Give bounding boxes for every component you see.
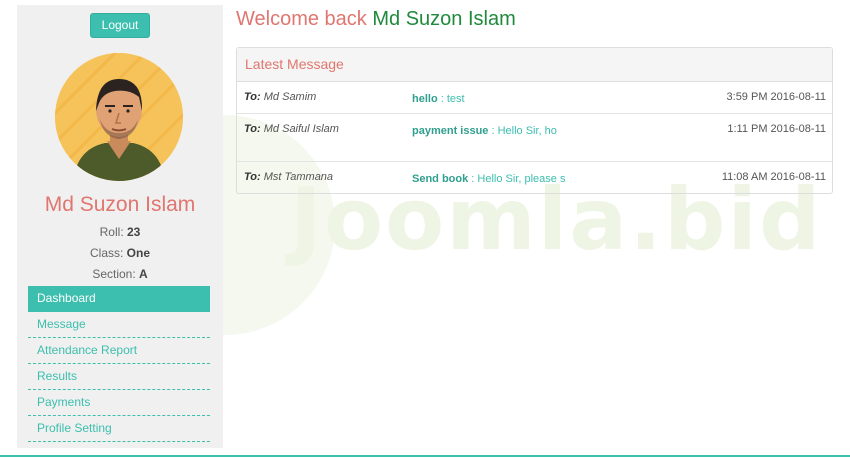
message-recipient: To: Md Saiful Islam bbox=[244, 123, 339, 135]
section-info: Section: A bbox=[17, 267, 223, 281]
message-summary[interactable]: payment issue : Hello Sir, ho bbox=[412, 123, 562, 139]
roll-value: 23 bbox=[127, 225, 141, 239]
section-value: A bbox=[139, 267, 148, 281]
message-preview: Hello Sir, please s bbox=[477, 173, 566, 185]
message-subject: hello bbox=[412, 93, 438, 105]
message-subject: payment issue bbox=[412, 125, 489, 137]
message-time: 11:08 AM 2016-08-11 bbox=[721, 171, 826, 183]
latest-message-panel: Latest Message To: Md Samim hello : test… bbox=[236, 47, 833, 194]
message-time: 1:11 PM 2016-08-11 bbox=[727, 123, 826, 135]
to-label: To: bbox=[244, 91, 261, 103]
message-preview: Hello Sir, ho bbox=[497, 125, 557, 137]
recipient-name: Mst Tammana bbox=[263, 171, 334, 183]
page-title: Welcome back Md Suzon Islam bbox=[236, 8, 516, 31]
to-label: To: bbox=[244, 171, 261, 183]
welcome-prefix: Welcome back bbox=[236, 8, 367, 30]
message-time: 3:59 PM 2016-08-11 bbox=[726, 91, 826, 103]
roll-info: Roll: 23 bbox=[17, 225, 223, 239]
class-label: Class: bbox=[89, 246, 124, 260]
message-row[interactable]: To: Mst Tammana Send book : Hello Sir, p… bbox=[237, 162, 832, 193]
avatar-image bbox=[55, 53, 183, 181]
message-recipient: To: Md Samim bbox=[244, 91, 316, 103]
message-row[interactable]: To: Md Samim hello : test 3:59 PM 2016-0… bbox=[237, 82, 832, 114]
class-info: Class: One bbox=[17, 246, 223, 260]
menu-item-attendance-report[interactable]: Attendance Report bbox=[28, 338, 210, 364]
message-summary[interactable]: Send book : Hello Sir, please s bbox=[412, 171, 587, 187]
recipient-name: Md Samim bbox=[263, 91, 317, 103]
class-value: One bbox=[126, 246, 151, 260]
menu-item-payments[interactable]: Payments bbox=[28, 390, 210, 416]
sidebar: Logout Md Suzon Islam Roll: 23 Class: On… bbox=[17, 5, 223, 448]
message-subject: Send book bbox=[412, 173, 469, 185]
welcome-user-name: Md Suzon Islam bbox=[372, 8, 516, 30]
sidebar-menu: Dashboard Message Attendance Report Resu… bbox=[28, 286, 210, 442]
section-label: Section: bbox=[92, 267, 136, 281]
message-summary[interactable]: hello : test bbox=[412, 91, 562, 107]
message-separator: : bbox=[488, 125, 498, 137]
to-label: To: bbox=[244, 123, 261, 135]
menu-item-message[interactable]: Message bbox=[28, 312, 210, 338]
menu-item-profile-setting[interactable]: Profile Setting bbox=[28, 416, 210, 442]
profile-name: Md Suzon Islam bbox=[44, 193, 196, 216]
message-separator: : bbox=[437, 93, 447, 105]
message-row[interactable]: To: Md Saiful Islam payment issue : Hell… bbox=[237, 114, 832, 162]
panel-title: Latest Message bbox=[237, 48, 832, 82]
footer-divider bbox=[0, 455, 850, 457]
menu-item-dashboard[interactable]: Dashboard bbox=[28, 286, 210, 312]
recipient-name: Md Saiful Islam bbox=[263, 123, 339, 135]
message-preview: test bbox=[446, 93, 465, 105]
roll-label: Roll: bbox=[99, 225, 124, 239]
logout-button[interactable]: Logout bbox=[90, 13, 150, 38]
message-recipient: To: Mst Tammana bbox=[244, 171, 333, 183]
avatar bbox=[55, 53, 183, 181]
menu-item-results[interactable]: Results bbox=[28, 364, 210, 390]
